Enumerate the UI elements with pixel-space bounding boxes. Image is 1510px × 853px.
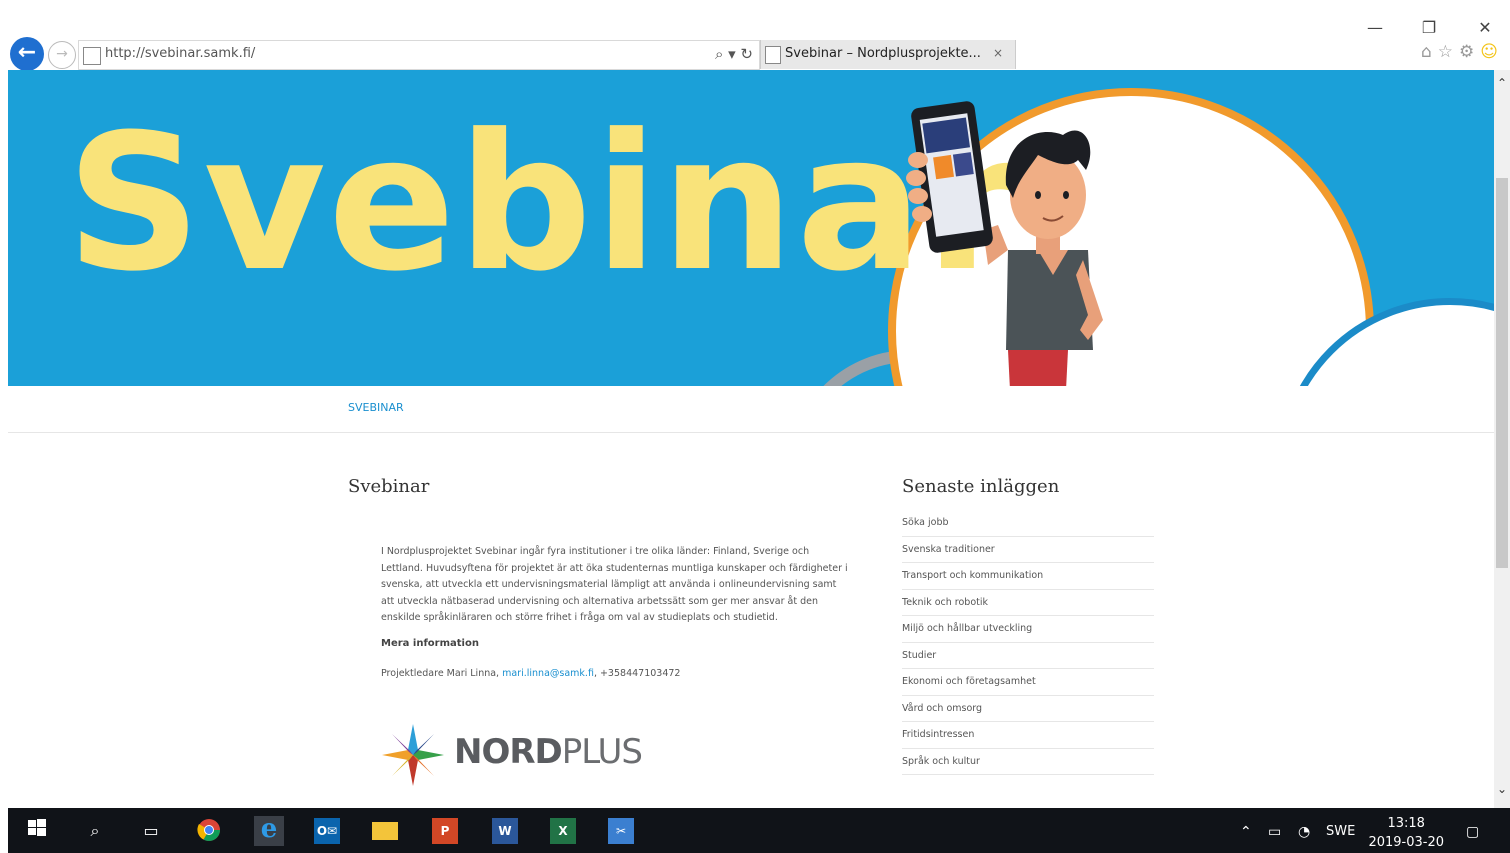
contact-name: Projektledare Mari Linna, (381, 668, 503, 679)
recent-post-link[interactable]: Ekonomi och företagsamhet (902, 669, 1154, 696)
restore-button[interactable]: ❐ (1414, 18, 1444, 38)
recent-post-link[interactable]: Vård och omsorg (902, 696, 1154, 722)
page-viewport: Svebinar SVEBINAR Svebinar I Nordpluspro… (8, 70, 1494, 808)
nordplus-logo: NORDPLUS (380, 722, 643, 788)
forward-button[interactable]: → (48, 41, 76, 69)
back-button[interactable]: ← (10, 37, 44, 71)
recent-post-link[interactable]: Fritidsintressen (902, 722, 1154, 749)
excel-icon[interactable]: X (550, 818, 576, 844)
site-favicon-icon (83, 47, 101, 65)
snipping-tool-icon[interactable]: ✂ (608, 818, 634, 844)
minimize-button[interactable]: — (1360, 18, 1390, 38)
recent-post-link[interactable]: Svenska traditioner (902, 537, 1154, 563)
clock-date: 2019-03-20 (1368, 835, 1444, 850)
feedback-smiley-icon[interactable]: ☺ (1480, 42, 1504, 62)
recent-post-link[interactable]: Miljö och hållbar utveckling (902, 616, 1154, 643)
file-explorer-icon[interactable] (372, 818, 398, 844)
home-icon[interactable]: ⌂ (1421, 42, 1438, 62)
hero-title: Svebinar (66, 94, 1020, 313)
recent-post-link[interactable]: Studier (902, 643, 1154, 669)
recent-post-link[interactable]: Transport och kommunikation (902, 563, 1154, 590)
search-dropdown-icon[interactable]: ⌕ ▾ (715, 45, 736, 63)
toolbar-icons: ⌂☆⚙☺ (1421, 42, 1504, 62)
tab-title: Svebinar – Nordplusprojekte... (785, 46, 981, 61)
internet-explorer-icon[interactable]: e (254, 816, 284, 846)
recent-post-link[interactable]: Söka jobb (902, 510, 1154, 537)
nordplus-wordmark: NORDPLUS (454, 732, 643, 772)
system-clock[interactable]: 13:18 2019-03-20 (1368, 814, 1444, 852)
tab-close-icon[interactable]: × (993, 46, 1003, 60)
hero-person-illustration (906, 101, 1103, 386)
task-view-icon[interactable]: ▭ (138, 818, 164, 844)
recent-posts-title: Senaste inläggen (902, 476, 1060, 497)
site-navigation: SVEBINAR (8, 386, 1494, 433)
vertical-scrollbar[interactable]: ⌃ ⌄ (1494, 70, 1510, 808)
clock-time: 13:18 (1387, 816, 1425, 831)
show-hidden-icons-icon[interactable]: ⌃ (1240, 824, 1252, 840)
start-icon[interactable] (24, 818, 50, 844)
refresh-icon[interactable]: ↻ (740, 45, 753, 63)
tab-svebinar[interactable]: Svebinar – Nordplusprojekte... × (760, 40, 1016, 69)
taskbar: ⌕ ▭ e O✉ P W X ✂ ⌃ ▭ ◔ SWE 13:18 2019-03… (8, 808, 1510, 853)
hero-banner: Svebinar (8, 70, 1494, 386)
favorites-icon[interactable]: ☆ (1438, 42, 1459, 62)
contact-email-link[interactable]: mari.linna@samk.fi (502, 668, 594, 679)
intro-paragraph: I Nordplusprojektet Svebinar ingår fyra … (381, 546, 848, 623)
language-indicator[interactable]: SWE (1326, 824, 1355, 839)
settings-icon[interactable]: ⚙ (1459, 42, 1480, 62)
action-center-icon[interactable]: ▢ (1466, 824, 1479, 840)
contact-phone: , +358447103472 (593, 668, 681, 679)
contact-line: Projektledare Mari Linna, mari.linna@sam… (381, 668, 680, 679)
nordplus-wordmark-nord: NORD (454, 732, 563, 772)
battery-icon[interactable]: ▭ (1268, 824, 1281, 840)
outlook-icon[interactable]: O✉ (314, 818, 340, 844)
chrome-icon[interactable] (196, 818, 222, 844)
nordplus-wordmark-plus: PLUS (561, 732, 643, 772)
more-info-heading: Mera information (381, 638, 479, 649)
scrollbar-thumb[interactable] (1496, 178, 1508, 568)
powerpoint-icon[interactable]: P (432, 818, 458, 844)
recent-post-link[interactable]: Språk och kultur (902, 749, 1154, 775)
word-icon[interactable]: W (492, 818, 518, 844)
close-window-button[interactable]: ✕ (1470, 18, 1500, 38)
nav-link-svebinar[interactable]: SVEBINAR (348, 401, 404, 414)
wifi-icon[interactable]: ◔ (1298, 824, 1310, 840)
scroll-down-icon[interactable]: ⌄ (1494, 782, 1510, 796)
address-bar[interactable]: http://svebinar.samk.fi/ ⌕ ▾ ↻ (78, 40, 760, 70)
scroll-up-icon[interactable]: ⌃ (1494, 76, 1510, 90)
address-tools[interactable]: ⌕ ▾ ↻ (715, 45, 753, 63)
nordplus-star-icon (382, 724, 444, 786)
recent-posts-list: Söka jobb Svenska traditioner Transport … (902, 510, 1154, 775)
page-title: Svebinar (348, 476, 430, 497)
search-icon[interactable]: ⌕ (82, 818, 108, 844)
tab-favicon-icon (765, 46, 781, 64)
recent-post-link[interactable]: Teknik och robotik (902, 590, 1154, 616)
address-url[interactable]: http://svebinar.samk.fi/ (105, 46, 255, 61)
